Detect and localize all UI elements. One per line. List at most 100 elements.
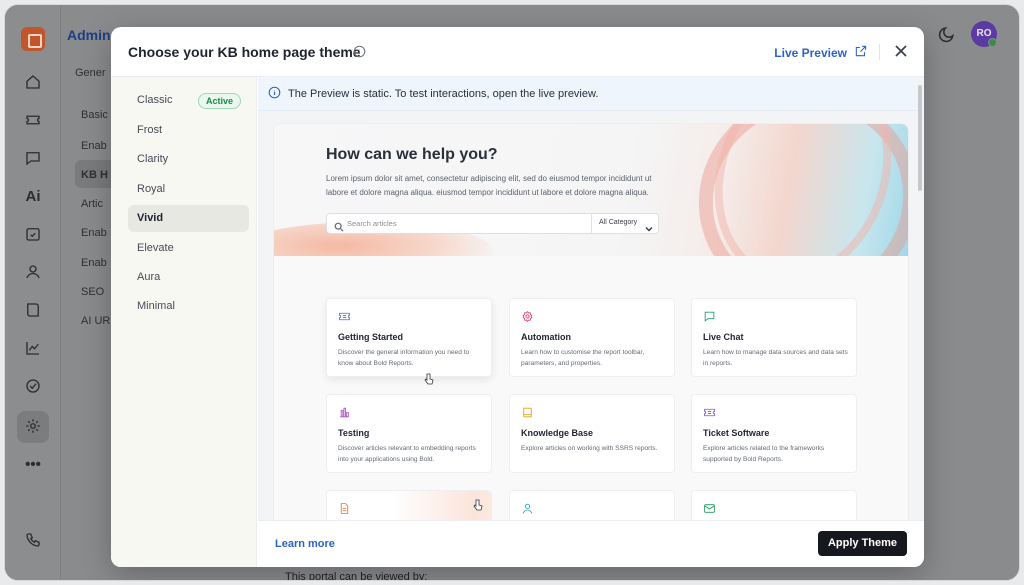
card-description: Explore articles on working with SSRS re…	[521, 445, 658, 452]
external-link-icon	[854, 44, 868, 61]
preview-scrollbar[interactable]	[916, 77, 924, 520]
ticket-icon	[338, 310, 351, 323]
ticket-icon[interactable]	[23, 111, 43, 131]
card-title: Getting Started	[338, 332, 404, 342]
settings-item-kb-home[interactable]: KB H	[81, 169, 108, 181]
preview-search-bar: Search articles All Category	[326, 213, 659, 234]
chat-icon[interactable]	[23, 149, 43, 169]
phone-icon[interactable]	[23, 531, 43, 551]
tab-general[interactable]: Gener	[75, 67, 106, 79]
theme-classic[interactable]: Classic Active	[128, 87, 249, 114]
home-icon[interactable]	[23, 73, 43, 93]
hand-cursor-icon	[473, 498, 483, 511]
preview-category-card: Live Chat Learn how to manage data sourc…	[691, 298, 857, 377]
preview-hero-title: How can we help you?	[326, 146, 498, 163]
theme-picker-modal: Choose your KB home page theme Live Prev…	[111, 27, 924, 567]
preview-search-placeholder: Search articles	[347, 219, 397, 228]
card-title: Ticket Software	[703, 428, 770, 438]
chat-icon	[703, 310, 716, 323]
more-icon[interactable]: •••	[23, 455, 43, 475]
card-title: Testing	[338, 428, 370, 438]
preview-category-card: Ticket Software Explore articles related…	[691, 394, 857, 473]
check-circle-icon[interactable]	[23, 377, 43, 397]
book-icon	[521, 406, 534, 419]
portal-visibility-label: This portal can be viewed by:	[285, 571, 428, 581]
card-description: Explore articles related to the framewor…	[703, 445, 825, 463]
card-title: Automation	[521, 332, 571, 342]
close-icon[interactable]	[894, 44, 908, 58]
preview-hero: How can we help you? Lorem ipsum dolor s…	[274, 124, 908, 256]
theme-vivid[interactable]: Vivid	[128, 205, 249, 232]
theme-minimal[interactable]: Minimal	[128, 293, 249, 320]
theme-preview-pane[interactable]: The Preview is static. To test interacti…	[258, 77, 924, 520]
chevron-down-icon	[645, 220, 653, 232]
bar-chart-icon	[338, 406, 351, 419]
theme-aura[interactable]: Aura	[128, 264, 249, 291]
preview-category-card: Automation Learn how to customise the re…	[509, 298, 675, 377]
modal-footer: Learn more Apply Theme	[258, 520, 924, 567]
apply-theme-button[interactable]: Apply Theme	[818, 531, 907, 556]
modal-title: Choose your KB home page theme	[128, 44, 361, 60]
ticket-icon	[703, 406, 716, 419]
preview-hero-subtitle: Lorem ipsum dolor sit amet, consectetur …	[326, 174, 652, 197]
modal-header: Choose your KB home page theme Live Prev…	[111, 27, 924, 77]
user-icon[interactable]	[23, 263, 43, 283]
theme-label: Classic	[137, 94, 173, 106]
app-nav-rail: Ai •••	[5, 5, 61, 580]
info-icon[interactable]	[353, 45, 366, 58]
analytics-icon[interactable]	[23, 339, 43, 359]
search-divider	[591, 214, 592, 233]
moon-icon[interactable]	[937, 24, 957, 44]
app-title: Admin	[67, 27, 111, 43]
card-hover-glow	[327, 491, 491, 520]
settings-item-ai-url[interactable]: AI UR	[81, 315, 110, 327]
banner-text: The Preview is static. To test interacti…	[288, 87, 599, 100]
header-divider	[879, 44, 880, 60]
settings-item-basic[interactable]: Basic	[81, 109, 108, 121]
ai-icon[interactable]: Ai	[23, 187, 43, 207]
card-description: Discover articles relevant to embedding …	[338, 445, 476, 463]
preview-category-card: Getting Started Discover the general inf…	[326, 298, 492, 377]
theme-clarity[interactable]: Clarity	[128, 146, 249, 173]
theme-elevate[interactable]: Elevate	[128, 235, 249, 262]
card-description: Learn how to customise the report toolba…	[521, 349, 645, 367]
preview-category-select: All Category	[599, 219, 638, 226]
app-window: Ai ••• Admin Gener Basic Enab KB H Artic…	[4, 4, 1020, 581]
book-icon[interactable]	[23, 301, 43, 321]
theme-royal[interactable]: Royal	[128, 176, 249, 203]
app-logo[interactable]	[21, 27, 45, 51]
preview-category-card	[691, 490, 857, 520]
calendar-check-icon[interactable]	[23, 225, 43, 245]
settings-item-articles[interactable]: Artic	[81, 198, 103, 210]
top-right-controls: RO	[937, 21, 997, 47]
settings-item-seo[interactable]: SEO	[81, 286, 104, 298]
document-icon	[338, 502, 351, 515]
preview-category-card	[326, 490, 492, 520]
settings-item-enable-1[interactable]: Enab	[81, 140, 107, 152]
theme-list: Classic Active Frost Clarity Royal Vivid…	[111, 77, 257, 567]
preview-category-card: Knowledge Base Explore articles on worki…	[509, 394, 675, 473]
live-preview-label: Live Preview	[774, 45, 847, 60]
avatar[interactable]: RO	[971, 21, 997, 47]
info-icon	[268, 86, 281, 102]
card-title: Knowledge Base	[521, 428, 594, 438]
theme-frost[interactable]: Frost	[128, 117, 249, 144]
preview-category-card: Testing Discover articles relevant to em…	[326, 394, 492, 473]
gear-icon	[521, 310, 534, 323]
card-description: Discover the general information you nee…	[338, 349, 470, 367]
user-icon	[521, 502, 534, 515]
scrollbar-thumb[interactable]	[918, 85, 922, 191]
card-description: Learn how to manage data sources and dat…	[703, 349, 848, 367]
live-preview-link[interactable]: Live Preview	[774, 44, 868, 61]
search-icon	[334, 219, 344, 232]
card-title: Live Chat	[703, 332, 744, 342]
settings-item-enable-3[interactable]: Enab	[81, 257, 107, 269]
learn-more-link[interactable]: Learn more	[275, 538, 335, 550]
kb-home-preview: How can we help you? Lorem ipsum dolor s…	[273, 123, 909, 520]
active-badge: Active	[197, 93, 241, 109]
hand-cursor-icon	[424, 372, 434, 385]
settings-item-enable-2[interactable]: Enab	[81, 227, 107, 239]
static-preview-banner: The Preview is static. To test interacti…	[258, 77, 924, 111]
settings-icon[interactable]	[23, 417, 43, 437]
mail-icon	[703, 502, 716, 515]
